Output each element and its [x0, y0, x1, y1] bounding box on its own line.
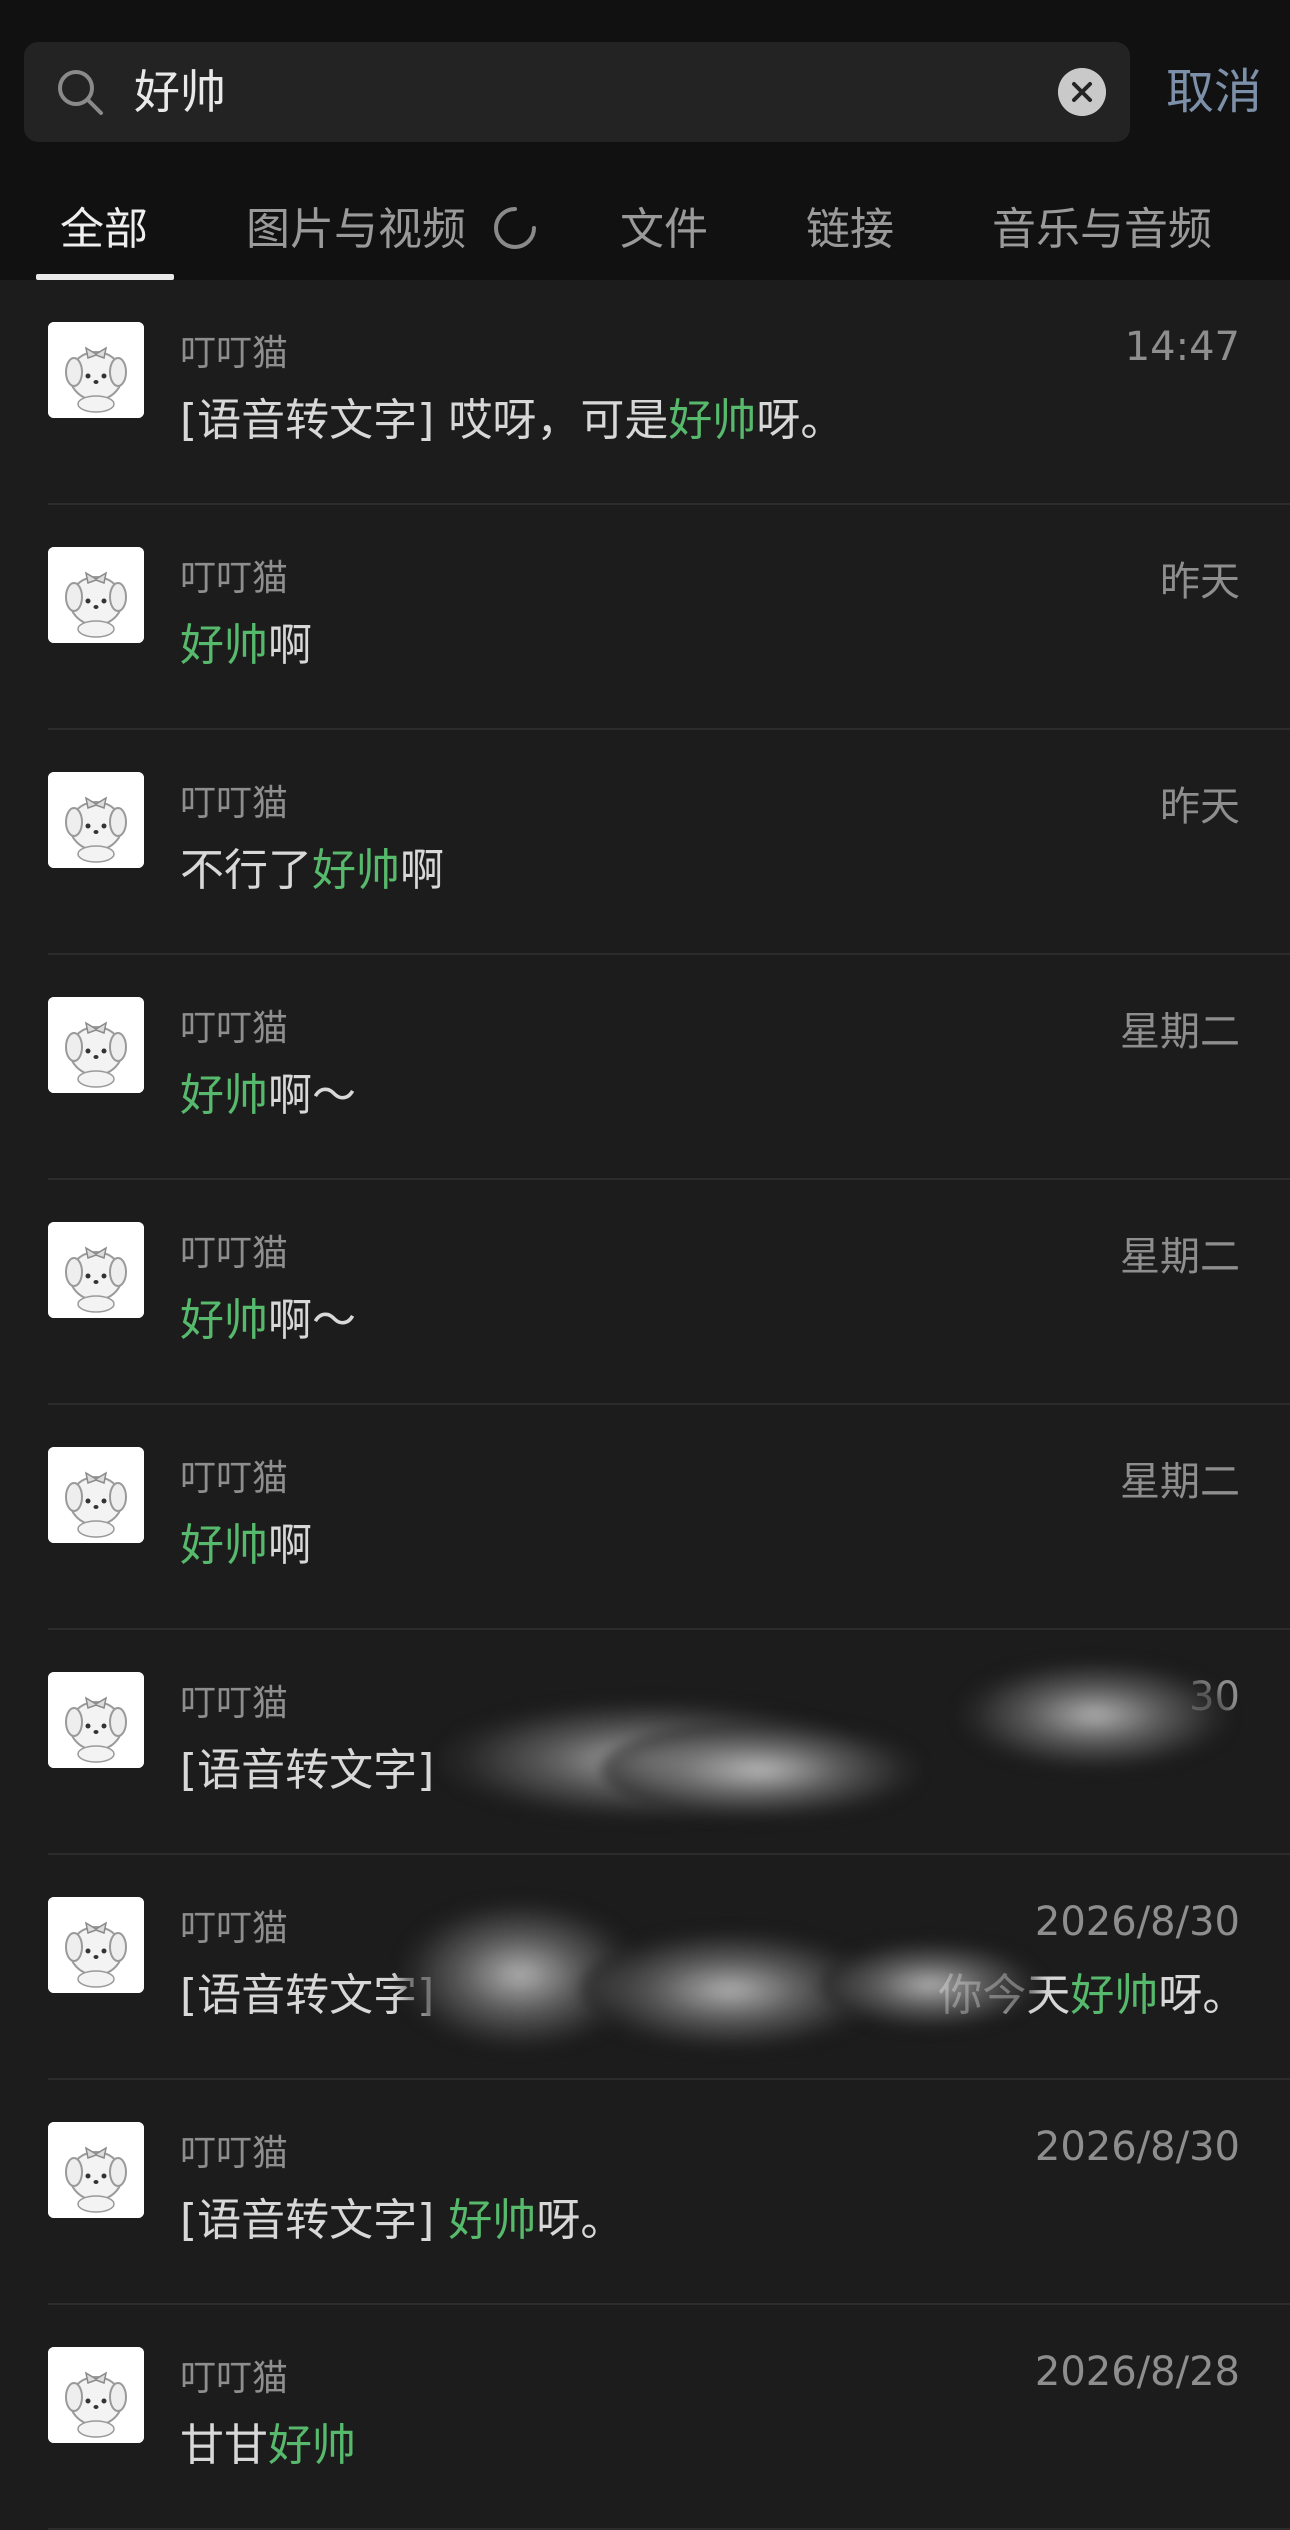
snippet-text: 啊～	[268, 1295, 356, 1346]
sender-name: 叮叮猫	[180, 1683, 289, 1724]
message-snippet: 不行了好帅啊	[180, 834, 444, 898]
sender-name: 叮叮猫	[180, 2133, 289, 2174]
loading-spinner-icon	[494, 207, 536, 249]
keyword-highlight: 好帅	[668, 395, 757, 446]
result-row[interactable]: 叮叮猫 昨天不行了好帅啊	[0, 730, 1290, 955]
message-time: 星期二	[1120, 1459, 1240, 1505]
tab-label: 全部	[60, 204, 148, 255]
message-time: 星期二	[1120, 1234, 1240, 1280]
tab-files[interactable]: 文件	[620, 190, 708, 280]
tab-label: 文件	[620, 204, 708, 255]
result-row[interactable]: 叮叮猫 星期二好帅啊～	[0, 955, 1290, 1180]
snippet-text: 不行了	[180, 845, 312, 896]
result-row[interactable]: 叮叮猫 14:47 [语音转文字] 哎呀，可是好帅呀。	[0, 280, 1290, 505]
sender-name: 叮叮猫	[180, 783, 289, 824]
snippet-text: [语音转文字]	[180, 2195, 449, 2246]
sender-name: 叮叮猫	[180, 1908, 289, 1949]
keyword-highlight: 好帅	[180, 1295, 268, 1346]
snippet-text: 啊	[400, 845, 444, 896]
filter-tabs: 全部 图片与视频 文件 链接 音乐与音频	[0, 190, 1290, 280]
redaction-smudge	[960, 1660, 1230, 1770]
message-snippet: 好帅啊	[180, 1509, 312, 1573]
sender-name: 叮叮猫	[180, 333, 289, 374]
message-snippet: 好帅啊～	[180, 1284, 356, 1348]
message-snippet: [语音转文字] 好帅呀。	[180, 2184, 624, 2248]
avatar	[48, 772, 144, 868]
redaction-smudge	[820, 1940, 1040, 2030]
message-time: 2026/8/28	[1034, 2349, 1240, 2395]
keyword-highlight: 好帅	[268, 2420, 356, 2471]
search-input[interactable]: 好帅	[134, 42, 226, 142]
tab-label: 音乐与音频	[992, 204, 1212, 255]
search-results-list: 叮叮猫 14:47 [语音转文字] 哎呀，可是好帅呀。 叮叮猫 昨天 好帅啊 叮叮猫 昨天…	[0, 280, 1290, 2530]
avatar	[48, 1222, 144, 1318]
message-time: 2026/8/30	[1034, 2124, 1240, 2170]
message-time: 昨天	[1160, 784, 1240, 830]
sender-name: 叮叮猫	[180, 1008, 289, 1049]
message-snippet: 好帅啊	[180, 609, 312, 673]
snippet-text: 甘甘	[180, 2420, 268, 2471]
tab-label: 图片与视频	[246, 204, 466, 255]
avatar	[48, 2347, 144, 2443]
sender-name: 叮叮猫	[180, 1458, 289, 1499]
keyword-highlight: 好帅	[312, 845, 400, 896]
snippet-text: 啊	[268, 1520, 312, 1571]
keyword-highlight: 好帅	[180, 1520, 268, 1571]
tab-label: 链接	[806, 204, 894, 255]
tab-photos-videos[interactable]: 图片与视频	[246, 190, 538, 280]
keyword-highlight: 好帅	[1070, 1970, 1159, 2021]
tab-all[interactable]: 全部	[60, 190, 148, 280]
snippet-text: 呀。	[756, 395, 845, 446]
snippet-text: [语音转文字] 哎呀，可是	[180, 395, 669, 446]
result-row[interactable]: 叮叮猫 星期二好帅啊～	[0, 1180, 1290, 1405]
message-time: 14:47	[1124, 324, 1240, 370]
snippet-text: 啊	[268, 620, 312, 671]
search-header: 好帅 取消 全部 图片与视频 文件 链接 音乐与音频	[0, 0, 1290, 280]
redaction-smudge	[600, 1720, 920, 1820]
avatar	[48, 322, 144, 418]
result-row[interactable]: 叮叮猫 昨天好帅啊	[0, 505, 1290, 730]
sender-name: 叮叮猫	[180, 558, 289, 599]
sender-name: 叮叮猫	[180, 2358, 289, 2399]
search-box[interactable]: 好帅	[24, 42, 1130, 142]
result-row[interactable]: 叮叮猫 2026/8/28 甘甘好帅	[0, 2305, 1290, 2530]
sender-name: 叮叮猫	[180, 1233, 289, 1274]
result-row[interactable]: 叮叮猫 星期二好帅啊	[0, 1405, 1290, 1630]
avatar	[48, 1897, 144, 1993]
message-snippet: 甘甘好帅	[180, 2409, 356, 2473]
keyword-highlight: 好帅	[180, 620, 268, 671]
avatar	[48, 2122, 144, 2218]
search-icon	[58, 70, 103, 115]
message-time: 昨天	[1160, 559, 1240, 605]
clear-icon[interactable]	[1058, 68, 1106, 116]
message-snippet: [语音转文字]	[180, 1734, 434, 1798]
snippet-text: 呀。	[536, 2195, 625, 2246]
result-row[interactable]: 叮叮猫 2026/8/30 [语音转文字] 好帅呀。	[0, 2080, 1290, 2305]
snippet-text: [语音转文字]	[180, 1745, 435, 1796]
avatar	[48, 1672, 144, 1768]
message-snippet: 好帅啊～	[180, 1059, 356, 1123]
snippet-text: 啊～	[268, 1070, 356, 1121]
avatar	[48, 997, 144, 1093]
cancel-button[interactable]: 取消	[1166, 42, 1262, 142]
message-time: 星期二	[1120, 1009, 1240, 1055]
message-time: 2026/8/30	[1034, 1899, 1240, 1945]
avatar	[48, 547, 144, 643]
avatar	[48, 1447, 144, 1543]
keyword-highlight: 好帅	[180, 1070, 268, 1121]
tab-music-audio[interactable]: 音乐与音频	[992, 190, 1212, 280]
tab-links[interactable]: 链接	[806, 190, 894, 280]
keyword-highlight: 好帅	[448, 2195, 537, 2246]
snippet-text: 呀。	[1158, 1970, 1247, 2021]
message-snippet: [语音转文字] 哎呀，可是好帅呀。	[180, 384, 844, 448]
